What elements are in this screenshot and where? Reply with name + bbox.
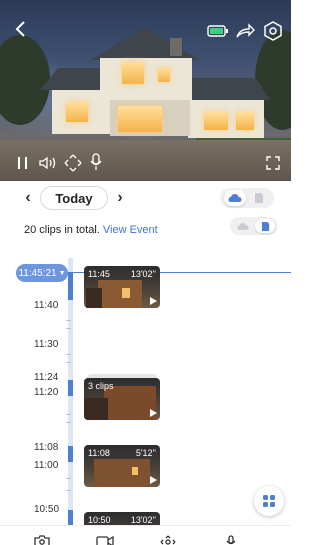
- next-day-button[interactable]: ›: [112, 189, 128, 207]
- clips-summary: 20 clips in total. View Event: [24, 224, 158, 236]
- camera-icon: [34, 535, 50, 545]
- time-label: 11:08: [34, 442, 59, 453]
- back-button[interactable]: [12, 19, 28, 39]
- cloud-icon: [228, 194, 242, 202]
- clip-thumbnail[interactable]: 10:50 13'02'': [84, 512, 160, 525]
- timeline-tick: [66, 362, 71, 363]
- date-selector[interactable]: Today: [40, 186, 108, 210]
- window: [236, 112, 254, 130]
- grid-icon: [263, 495, 275, 507]
- live-video-view[interactable]: [0, 0, 291, 181]
- clip-duration: 13'02'': [130, 269, 156, 279]
- view-event-link[interactable]: View Event: [103, 224, 158, 236]
- window: [118, 106, 162, 132]
- clip-thumbnail[interactable]: 11:08 5'12'': [84, 445, 160, 487]
- battery-button[interactable]: [206, 23, 230, 39]
- clips-count-text: 20 clips in total.: [24, 224, 100, 236]
- cloud-storage-option[interactable]: [224, 190, 246, 206]
- recorded-segment[interactable]: [68, 446, 73, 462]
- timeline-tick: [66, 328, 71, 329]
- ptz-direction-icon: [64, 154, 82, 172]
- window: [122, 62, 144, 84]
- clip-group-thumbnail[interactable]: 3 clips: [84, 378, 160, 420]
- pause-button[interactable]: [14, 154, 32, 172]
- ptz-control-button[interactable]: [159, 534, 177, 545]
- volume-button[interactable]: [37, 154, 59, 172]
- record-button[interactable]: [96, 534, 114, 545]
- caret-down-icon: ▼: [58, 269, 66, 277]
- chevron-left-icon: [15, 21, 25, 37]
- chimney: [170, 38, 182, 56]
- settings-button[interactable]: [262, 20, 284, 42]
- fullscreen-icon: [266, 156, 280, 170]
- microphone-icon: [226, 535, 236, 545]
- clip-start-time: 11:45: [88, 269, 110, 279]
- video-record-icon: [96, 535, 114, 545]
- timeline-tick: [66, 354, 71, 355]
- timeline-tick: [66, 320, 71, 321]
- time-label: 10:50: [34, 504, 60, 515]
- timeline-tick: [66, 414, 71, 415]
- fullscreen-button[interactable]: [264, 154, 282, 172]
- storage-toggle[interactable]: [220, 188, 274, 208]
- local-view-option[interactable]: [255, 219, 275, 233]
- talk-button[interactable]: [222, 534, 240, 545]
- grid-view-button[interactable]: [254, 486, 284, 516]
- play-icon: [150, 297, 157, 305]
- playback-timeline[interactable]: 11:40 11:30 11:24 11:20 11:08 11:00 10:5…: [0, 258, 291, 525]
- timeline-tick: [66, 422, 71, 423]
- sd-card-icon: [261, 221, 269, 231]
- recorded-segment[interactable]: [68, 380, 73, 396]
- play-icon: [150, 409, 157, 417]
- clip-duration: 13'02'': [130, 515, 156, 525]
- pause-icon: [18, 157, 27, 169]
- ptz-icon: [160, 535, 176, 545]
- ptz-button[interactable]: [63, 153, 83, 173]
- cloud-view-option[interactable]: [233, 219, 253, 233]
- window: [204, 112, 228, 130]
- microphone-icon: [90, 153, 102, 170]
- time-label: 11:30: [34, 339, 59, 350]
- microphone-button[interactable]: [88, 152, 104, 172]
- time-label: 11:24: [34, 372, 59, 383]
- date-navigation: ‹ Today ›: [0, 181, 291, 215]
- timeline-tick: [66, 478, 71, 479]
- recorded-segment[interactable]: [68, 510, 73, 525]
- time-label: 11:40: [34, 300, 59, 311]
- clip-duration: 5'12'': [135, 448, 156, 458]
- window: [66, 102, 88, 122]
- share-icon: [236, 23, 255, 38]
- clip-thumbnail[interactable]: 11:45 13'02'': [84, 266, 160, 308]
- recorded-segment[interactable]: [68, 272, 73, 300]
- volume-icon: [39, 156, 56, 170]
- sd-card-option[interactable]: [248, 190, 270, 206]
- play-icon: [150, 476, 157, 484]
- sd-card-icon: [255, 193, 263, 203]
- current-time-badge[interactable]: 11:45:21 ▼: [16, 264, 68, 282]
- house-roof: [90, 28, 200, 60]
- share-button[interactable]: [234, 21, 256, 41]
- snapshot-button[interactable]: [33, 534, 51, 545]
- time-label: 11:20: [34, 387, 59, 398]
- battery-icon: [207, 25, 228, 37]
- clip-group-count: 3 clips: [88, 381, 114, 391]
- settings-icon: [264, 21, 282, 41]
- timeline-tick: [66, 490, 71, 491]
- clip-start-time: 10:50: [88, 515, 111, 525]
- current-time-text: 11:45:21: [18, 267, 57, 279]
- view-toggle[interactable]: [230, 217, 278, 235]
- previous-day-button[interactable]: ‹: [20, 189, 36, 207]
- window: [158, 68, 170, 82]
- time-label: 11:00: [34, 460, 59, 471]
- cloud-icon: [237, 222, 249, 230]
- clip-start-time: 11:08: [88, 448, 110, 458]
- bottom-toolbar: [0, 525, 291, 545]
